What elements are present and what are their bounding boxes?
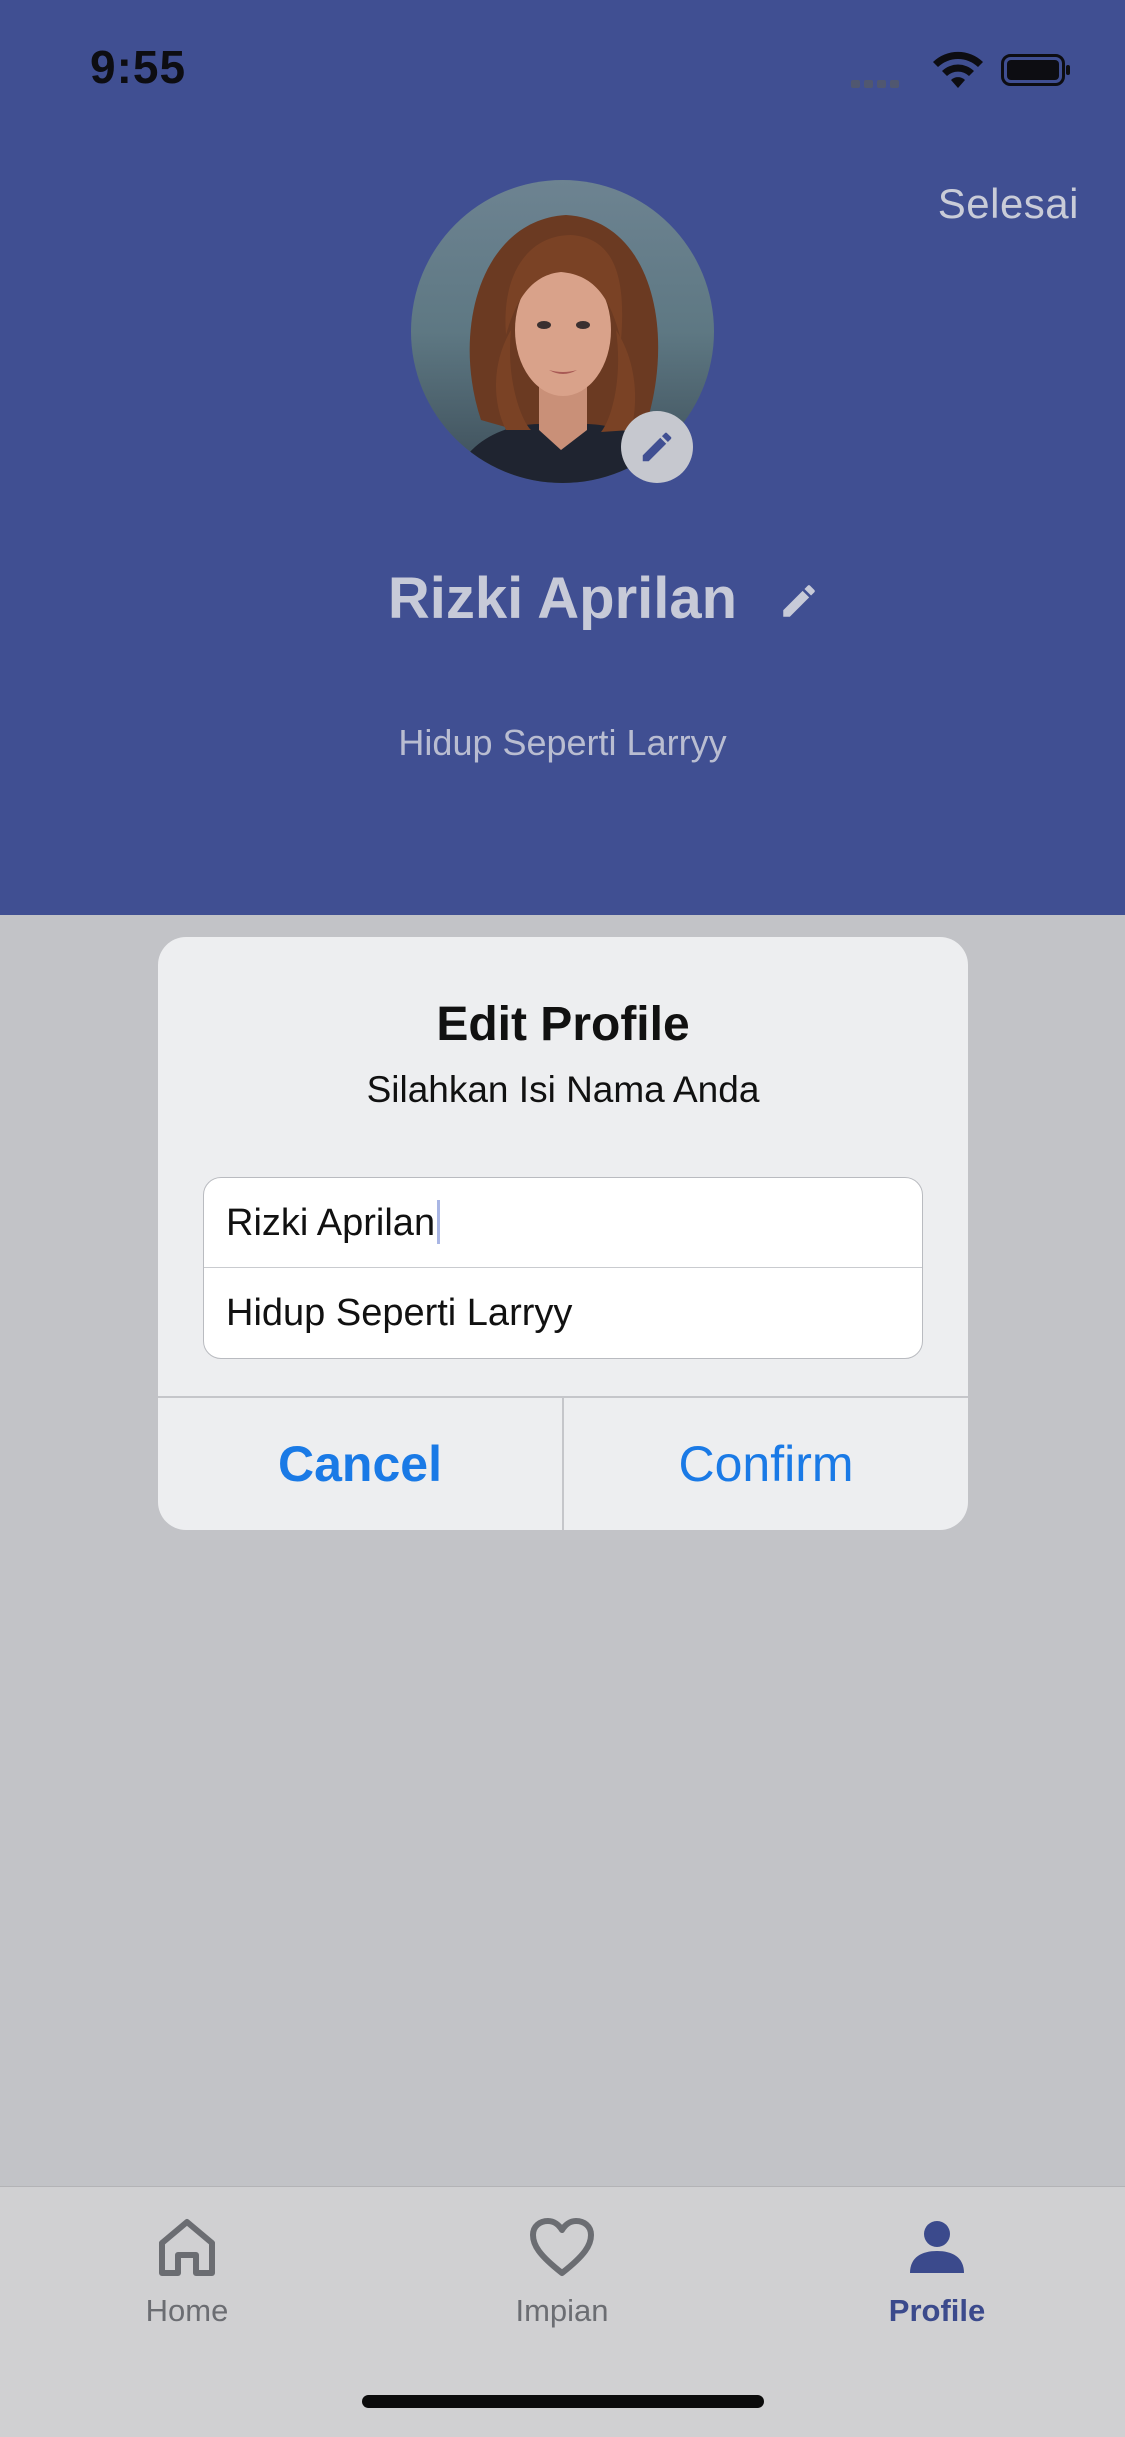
battery-icon	[1001, 54, 1070, 86]
tab-impian[interactable]: Impian	[462, 2217, 662, 2329]
dialog-title: Edit Profile	[436, 998, 690, 1051]
profile-name: Rizki Aprilan	[387, 566, 738, 631]
pencil-icon	[642, 432, 672, 462]
confirm-button[interactable]: Confirm	[564, 1397, 968, 1530]
person-icon	[910, 2221, 964, 2273]
done-button[interactable]: Selesai	[938, 180, 1079, 228]
status-time: 9:55	[90, 41, 187, 93]
bio-input-value: Hidup Seperti Larryy	[226, 1292, 573, 1334]
profile-bio: Hidup Seperti Larryy	[398, 722, 727, 763]
name-input-value: Rizki Aprilan	[226, 1202, 436, 1244]
name-input[interactable]: Rizki Aprilan	[204, 1178, 922, 1268]
tab-home-label: Home	[145, 2293, 229, 2328]
bio-input[interactable]: Hidup Seperti Larryy	[204, 1268, 922, 1358]
cancel-button[interactable]: Cancel	[158, 1397, 562, 1530]
status-icons	[851, 50, 1081, 90]
tab-profile-label: Profile	[888, 2293, 986, 2328]
cellular-signal-icon	[851, 75, 903, 93]
home-icon	[159, 2219, 215, 2276]
wifi-icon	[933, 51, 983, 88]
tab-home[interactable]: Home	[87, 2217, 287, 2329]
tab-profile[interactable]: Profile	[837, 2217, 1037, 2329]
text-caret	[437, 1199, 441, 1244]
profile-header: 9:55 Selesai Rizki Aprilan Hidup Seperti…	[0, 0, 1125, 915]
dialog-field-group: Rizki Aprilan Hidup Seperti Larryy	[203, 1177, 923, 1359]
tab-impian-label: Impian	[515, 2293, 609, 2328]
edit-avatar-button[interactable]	[621, 411, 693, 483]
edit-name-pencil-icon[interactable]	[778, 580, 820, 622]
status-bar: 9:55	[0, 0, 1125, 140]
heart-icon	[530, 2218, 594, 2276]
dialog-subtitle: Silahkan Isi Nama Anda	[366, 1069, 760, 1110]
edit-profile-dialog: Edit Profile Silahkan Isi Nama Anda Rizk…	[158, 937, 968, 1530]
home-indicator	[362, 2395, 764, 2408]
